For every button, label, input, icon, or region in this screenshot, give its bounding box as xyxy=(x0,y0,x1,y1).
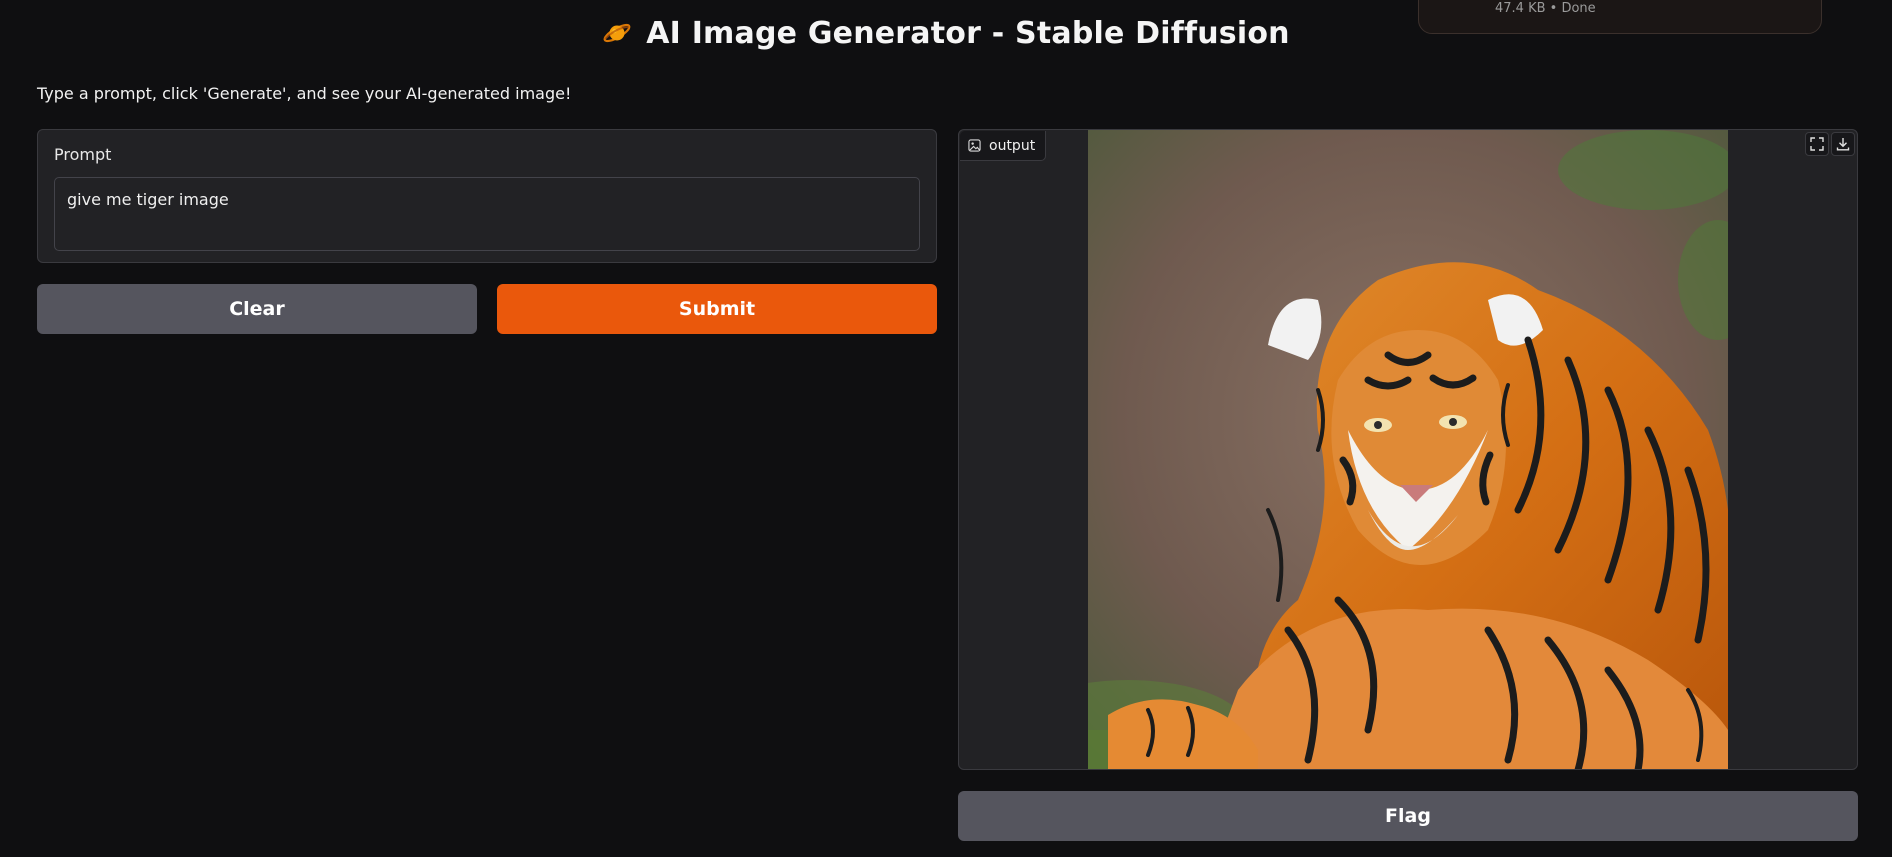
page-description: Type a prompt, click 'Generate', and see… xyxy=(37,84,572,103)
generated-tiger-image xyxy=(1088,130,1728,769)
download-button[interactable] xyxy=(1831,132,1855,156)
fullscreen-button[interactable] xyxy=(1805,132,1829,156)
download-meta: 47.4 KB • Done xyxy=(1495,1,1596,16)
prompt-label: Prompt xyxy=(54,145,112,164)
output-panel: output xyxy=(958,129,1858,770)
fullscreen-icon xyxy=(1810,137,1824,151)
download-icon xyxy=(1836,138,1850,151)
page-title: AI Image Generator - Stable Diffusion xyxy=(0,16,1892,51)
flag-button[interactable]: Flag xyxy=(958,791,1858,841)
output-label-text: output xyxy=(989,137,1036,154)
planet-icon xyxy=(602,18,632,43)
prompt-input[interactable]: give me tiger image xyxy=(54,177,920,251)
output-label: output xyxy=(960,131,1047,161)
submit-button[interactable]: Submit xyxy=(497,284,937,334)
page-title-text: AI Image Generator - Stable Diffusion xyxy=(646,16,1290,51)
prompt-panel: Prompt give me tiger image xyxy=(37,129,937,263)
image-icon xyxy=(968,139,981,152)
clear-button[interactable]: Clear xyxy=(37,284,477,334)
